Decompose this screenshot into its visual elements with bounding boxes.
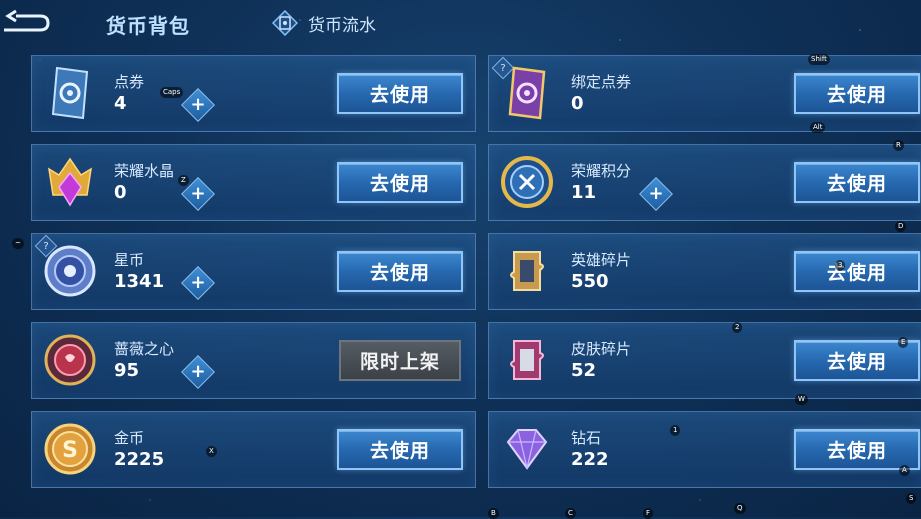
key-hint: D (895, 221, 907, 232)
currency-name: 绑定点券 (571, 73, 632, 91)
key-hint: X (206, 446, 217, 457)
use-gold-coin-button[interactable]: 去使用 (337, 429, 463, 470)
use-honor-points-button[interactable]: 去使用 (794, 162, 920, 203)
key-hint: B (488, 508, 499, 519)
currency-value: 52 (571, 360, 597, 381)
key-hint: F (643, 508, 654, 519)
crystal-icon (42, 154, 98, 210)
back-button[interactable] (0, 8, 52, 38)
use-crystal-button[interactable]: 去使用 (337, 162, 463, 203)
currency-card-bound-coupon: ? 绑定点券 0 去使用 (488, 55, 921, 132)
currency-name: 蔷薇之心 (114, 340, 175, 358)
currency-card-crystal: 荣耀水晶 0 + 去使用 (31, 144, 476, 221)
currency-value: 4 (114, 93, 127, 114)
currency-card-rose-heart: 蔷薇之心 95 + 限时上架 (31, 322, 476, 399)
tab-currency-flow-label: 货币流水 (308, 15, 376, 36)
tab-currency-flow[interactable]: 货币流水 (272, 10, 376, 36)
key-hint: A (899, 465, 910, 476)
rose-heart-icon (42, 332, 98, 388)
gold-coin-icon: S (42, 421, 98, 477)
currency-name: 钻石 (571, 429, 602, 447)
currency-name: 荣耀水晶 (114, 162, 175, 180)
currency-value: 95 (114, 360, 140, 381)
flow-card-icon (272, 10, 298, 36)
currency-name: 荣耀积分 (571, 162, 632, 180)
key-hint: Alt (810, 122, 826, 133)
currency-value: 11 (571, 182, 597, 203)
top-bar: 货币背包 货币流水 (0, 0, 921, 48)
skin-fragment-icon (499, 332, 555, 388)
currency-card-gold-coin: S 金币 2225 去使用 (31, 411, 476, 488)
currency-name: 星币 (114, 251, 145, 269)
key-hint: C (565, 508, 576, 519)
honor-points-icon (499, 154, 555, 210)
key-hint: Z (178, 175, 189, 186)
currency-card-star-coin: ? 星币 1341 + 去使用 (31, 233, 476, 310)
page-title: 货币背包 (106, 14, 190, 38)
bound-ticket-icon (499, 65, 555, 121)
key-hint: ~ (12, 238, 24, 249)
currency-card-honor-points: 荣耀积分 11 + 去使用 (488, 144, 921, 221)
use-diamond-button[interactable]: 去使用 (794, 429, 920, 470)
currency-value: 1341 (114, 271, 165, 292)
key-hint: W (795, 394, 808, 405)
currency-name: 英雄碎片 (571, 251, 632, 269)
ticket-card-icon (42, 65, 98, 121)
currency-value: 550 (571, 271, 609, 292)
key-hint: S (906, 493, 917, 504)
key-hint: R (893, 140, 904, 151)
add-honor-points-button[interactable]: + (639, 177, 673, 211)
currency-value: 0 (571, 93, 584, 114)
currency-card-skin-fragment: 皮肤碎片 52 去使用 (488, 322, 921, 399)
currency-card-coupon: 点券 4 + 去使用 (31, 55, 476, 132)
hero-fragment-icon (499, 243, 555, 299)
add-coupon-button[interactable]: + (181, 88, 215, 122)
currency-name: 点券 (114, 73, 145, 91)
key-hint: Q (734, 503, 746, 514)
diamond-icon (499, 421, 555, 477)
use-hero-fragment-button[interactable]: 去使用 (794, 251, 920, 292)
back-arrow-icon (4, 9, 50, 32)
limited-time-button[interactable]: 限时上架 (339, 340, 461, 381)
use-bound-coupon-button[interactable]: 去使用 (794, 73, 920, 114)
key-hint: Caps (160, 87, 184, 98)
add-star-coin-button[interactable]: + (181, 266, 215, 300)
star-coin-icon (42, 243, 98, 299)
currency-card-hero-fragment: 英雄碎片 550 去使用 (488, 233, 921, 310)
currency-value: 2225 (114, 449, 165, 470)
use-star-coin-button[interactable]: 去使用 (337, 251, 463, 292)
currency-name: 皮肤碎片 (571, 340, 632, 358)
currency-name: 金币 (114, 429, 145, 447)
add-rose-heart-button[interactable]: + (181, 355, 215, 389)
svg-text:S: S (62, 438, 78, 463)
use-coupon-button[interactable]: 去使用 (337, 73, 463, 114)
currency-value: 222 (571, 449, 609, 470)
key-hint: Shift (808, 54, 830, 65)
currency-value: 0 (114, 182, 127, 203)
currency-card-diamond: 钻石 222 去使用 (488, 411, 921, 488)
